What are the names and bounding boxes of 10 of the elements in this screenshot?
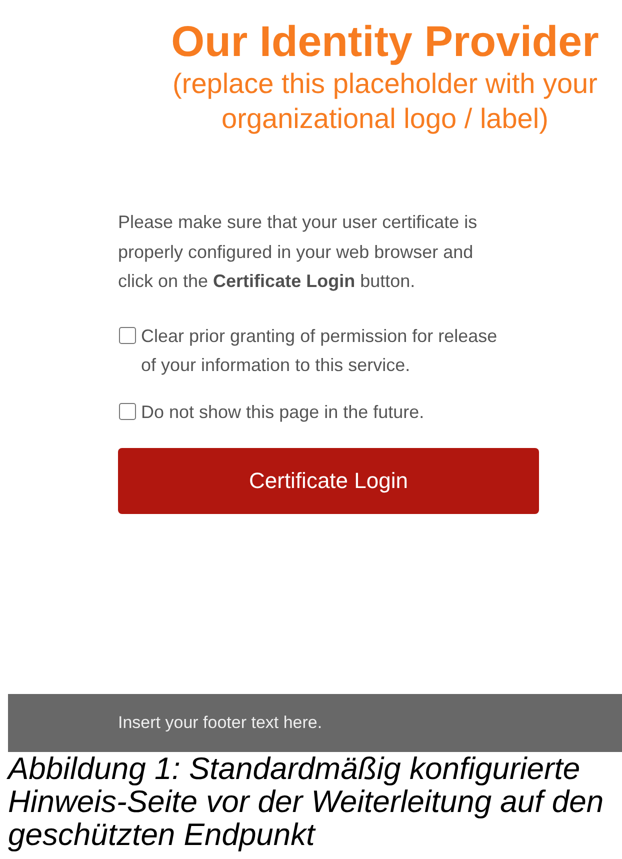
identity-provider-title: Our Identity Provider: [170, 18, 600, 66]
checkbox[interactable]: [119, 402, 136, 420]
figure-caption: Abbildung 1: Standardmäßig konfigurierte Hinweis-Seite vor der Weiterleitung auf den geschützten Endpunkt: [8, 752, 605, 851]
footer-text: Insert your footer text here.: [118, 713, 322, 733]
instructions-text: Please make sure that your user certificate is properly configured in your web browser and click on the Certificate Login button.: [118, 211, 478, 293]
checkbox-label: Clear prior granting of permission for release of your information to this service.: [141, 324, 498, 377]
checkbox-label: Do not show this page in the future.: [141, 400, 424, 424]
checkbox[interactable]: [119, 326, 136, 344]
logo-placeholder-text: (replace this placeholder with your organizational logo / label): [172, 67, 598, 136]
certificate-login-button[interactable]: Certificate Login: [118, 448, 539, 514]
